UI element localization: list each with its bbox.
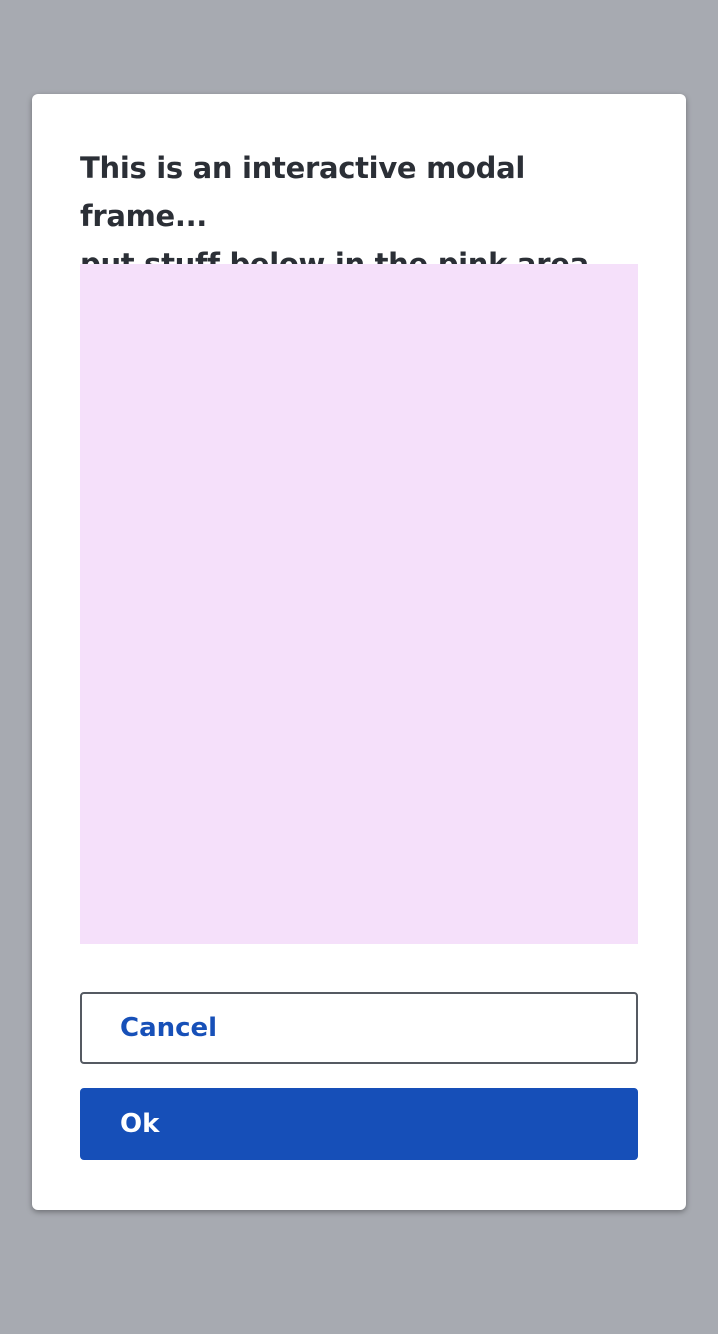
ok-button[interactable]: Ok [80,1088,638,1160]
cancel-button[interactable]: Cancel [80,992,638,1064]
modal-content-area [80,264,638,944]
modal-title-line-1: This is an interactive modal frame... [80,151,525,233]
modal-dialog: This is an interactive modal frame... pu… [32,94,686,1210]
